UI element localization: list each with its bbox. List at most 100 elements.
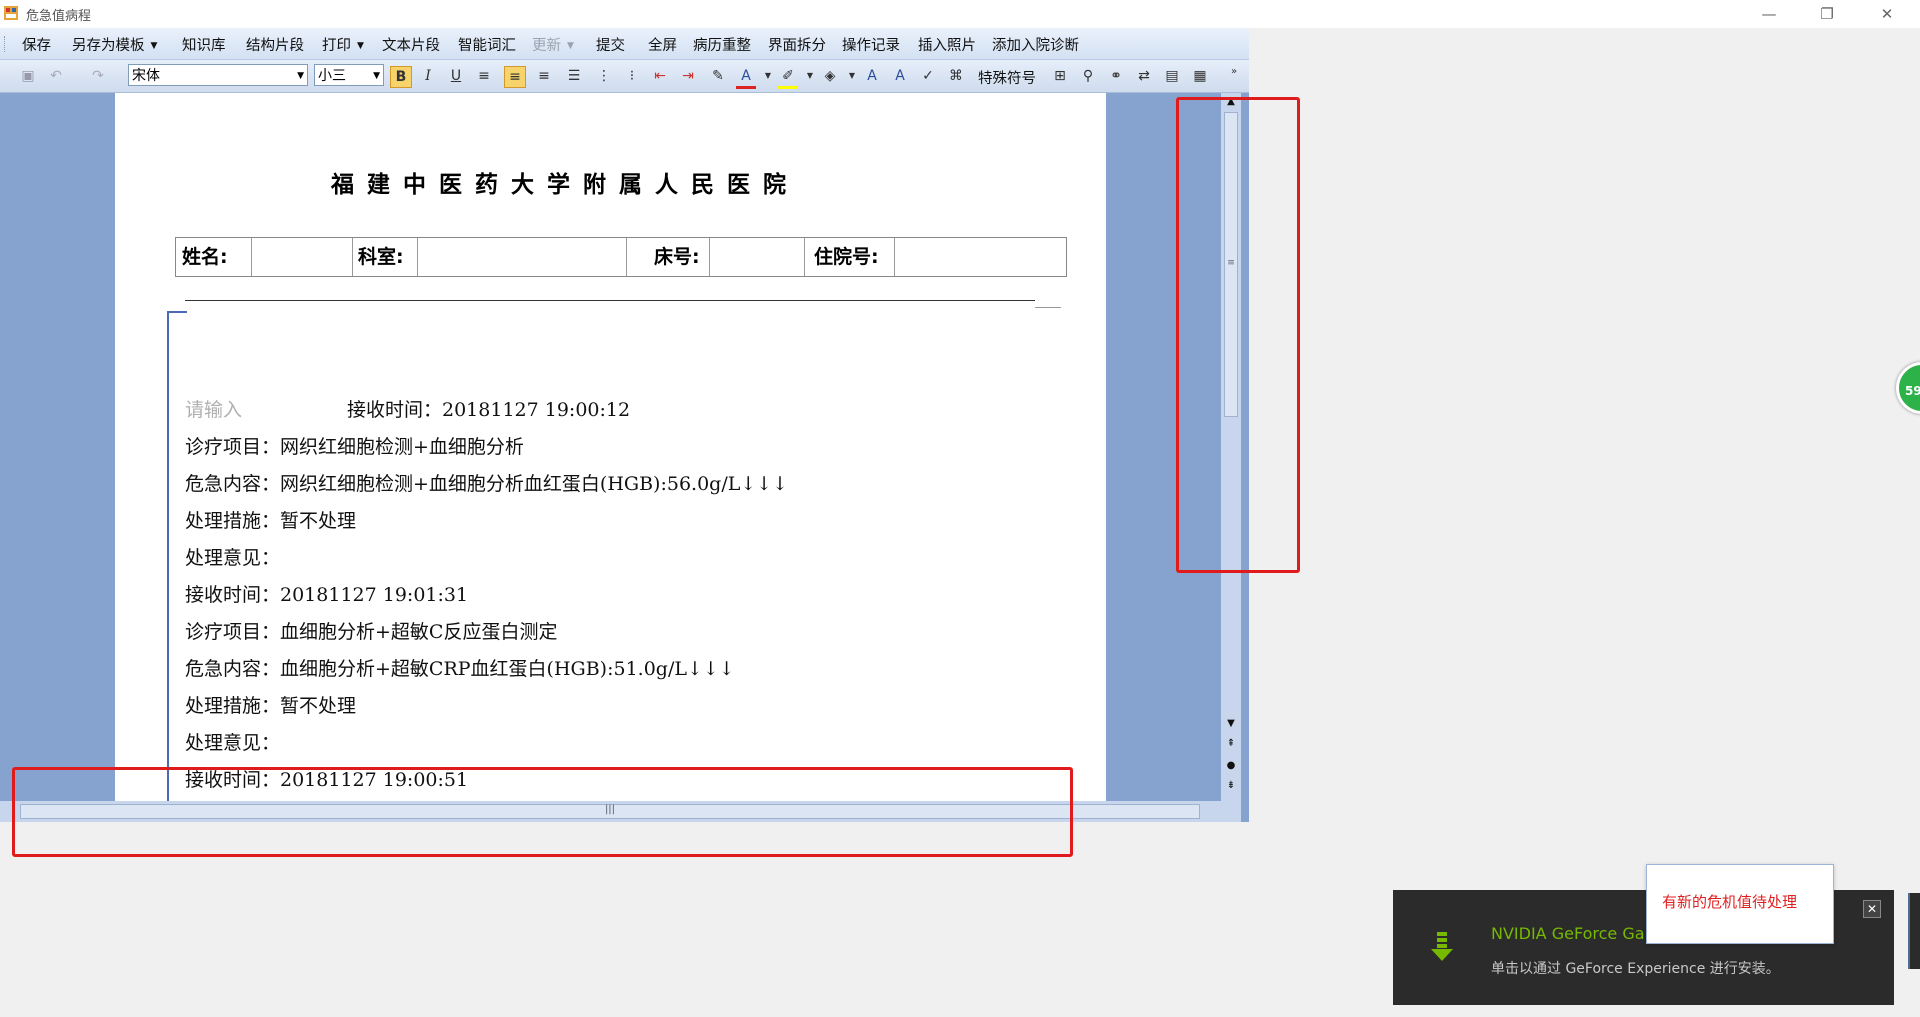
symbol-icon[interactable]: ⌘: [946, 66, 966, 86]
font-increase-icon[interactable]: A: [862, 66, 882, 86]
font-size-select[interactable]: 小三 ▼: [314, 64, 384, 86]
menu-submit[interactable]: 提交: [596, 34, 625, 55]
notification-body: 单击以通过 GeForce Experience 进行安装。: [1491, 961, 1780, 977]
side-panel-edge: [1908, 893, 1920, 969]
scroll-down-button[interactable]: ▼: [1221, 718, 1241, 734]
properties-icon[interactable]: ▦: [1190, 66, 1210, 86]
divider: [894, 238, 895, 276]
indent-icon[interactable]: ⇥: [678, 66, 698, 86]
restore-button[interactable]: ❐: [1804, 0, 1850, 28]
sign-icon[interactable]: ✓: [918, 66, 938, 86]
minimize-button[interactable]: —: [1746, 0, 1792, 28]
notification-title: NVIDIA GeForce Ga: [1491, 924, 1645, 943]
divider: [352, 238, 353, 276]
undo-icon[interactable]: ↶: [46, 66, 66, 86]
menu-print[interactable]: 打印 ▼: [322, 34, 364, 55]
header-rule-end: [1035, 307, 1061, 308]
bold-button[interactable]: B: [390, 66, 412, 88]
highlight-icon[interactable]: ✐: [778, 66, 798, 89]
record-line: 诊疗项目：血细胞分析+超敏C反应蛋白测定: [185, 621, 558, 643]
menu-fullscreen[interactable]: 全屏: [648, 34, 677, 55]
admission-label: 住院号:: [814, 246, 879, 268]
redo-icon[interactable]: ↷: [88, 66, 108, 86]
name-label: 姓名:: [182, 246, 228, 268]
justify-icon[interactable]: ☰: [564, 66, 584, 86]
hospital-title: 福建中医药大学附属人民医院: [331, 171, 799, 198]
menu-operation-log[interactable]: 操作记录: [842, 34, 900, 55]
select-browse-object-button[interactable]: ●: [1221, 760, 1241, 776]
numbered-list-icon[interactable]: ⋮: [594, 66, 614, 86]
formatting-toolbar: ▣ ↶ ↷ 宋体 ▼ 小三 ▼ B I U ≡ ≡ ≡ ☰ ⋮ ⁝ ⇤ ⇥ ✎ A …: [0, 60, 1249, 93]
font-color-icon[interactable]: A: [736, 66, 756, 89]
app-icon: [4, 6, 18, 20]
align-center-icon[interactable]: ≡: [504, 66, 526, 88]
grip: [4, 36, 8, 52]
close-icon[interactable]: ✕: [1863, 900, 1881, 918]
special-symbol-button[interactable]: 特殊符号: [978, 67, 1036, 88]
divider: [626, 238, 627, 276]
search-icon[interactable]: ⚲: [1078, 66, 1098, 86]
menu-record-reorganize[interactable]: 病历重整: [693, 34, 751, 55]
divider: [417, 238, 418, 276]
save-icon[interactable]: ▣: [18, 66, 38, 86]
bullet-list-icon[interactable]: ⁝: [622, 66, 642, 86]
menu-smart-words[interactable]: 智能词汇: [458, 34, 516, 55]
download-icon: [1431, 932, 1453, 961]
patient-header-table: 姓名: 科室: 床号: 住院号:: [175, 237, 1067, 277]
record-line: 接收时间：20181127 19:00:12: [347, 399, 631, 421]
toolbar-overflow-icon[interactable]: »: [1224, 62, 1244, 82]
record-line: 处理意见：: [185, 732, 281, 754]
floating-badge[interactable]: 59: [1896, 362, 1920, 414]
title-bar: [0, 0, 1920, 28]
menu-knowledge-base[interactable]: 知识库: [182, 34, 226, 55]
highlight-box-vertical-scrollbar: [1176, 97, 1300, 573]
menu-save-as-template[interactable]: 另存为模板 ▼: [72, 34, 157, 55]
highlight-dropdown-icon[interactable]: ▼: [800, 66, 820, 86]
format-painter-icon[interactable]: ✎: [708, 66, 728, 86]
font-name-select[interactable]: 宋体 ▼: [128, 64, 308, 86]
menu-insert-photo[interactable]: 插入照片: [918, 34, 976, 55]
outdent-icon[interactable]: ⇤: [650, 66, 670, 86]
input-placeholder[interactable]: 请输入: [185, 395, 242, 422]
align-right-icon[interactable]: ≡: [534, 66, 554, 86]
align-left-icon[interactable]: ≡: [474, 66, 494, 86]
next-page-button[interactable]: ⇟: [1221, 780, 1241, 796]
insert-table-icon[interactable]: ⊞: [1050, 66, 1070, 86]
record-line: 处理意见：: [185, 547, 281, 569]
bed-label: 床号:: [654, 246, 700, 268]
record-line: 危急内容：血细胞分析+超敏CRP血红蛋白(HGB):51.0g/L↓↓↓: [185, 658, 735, 680]
italic-button[interactable]: I: [418, 66, 438, 86]
fill-dropdown-icon[interactable]: ▼: [842, 66, 862, 86]
fill-icon[interactable]: ◈: [820, 66, 840, 86]
menu-structure-fragment[interactable]: 结构片段: [246, 34, 304, 55]
menu-save[interactable]: 保存: [22, 34, 51, 55]
critical-value-alert[interactable]: 有新的危机值待处理: [1646, 864, 1834, 944]
menu-bar: 保存 另存为模板 ▼ 知识库 结构片段 打印 ▼ 文本片段 智能词汇 更新 ▼ 提交 …: [0, 28, 1249, 60]
replace-icon[interactable]: ⇄: [1134, 66, 1154, 86]
dept-label: 科室:: [358, 246, 404, 268]
header-rule: [185, 300, 1035, 301]
font-color-dropdown-icon[interactable]: ▼: [758, 66, 778, 86]
record-line: 处理措施：暂不处理: [185, 695, 357, 717]
record-line: 处理措施：暂不处理: [185, 510, 357, 532]
page-setup-icon[interactable]: ▤: [1162, 66, 1182, 86]
record-line: 诊疗项目：网织红细胞检测+血细胞分析: [185, 436, 524, 458]
menu-update: 更新 ▼: [532, 38, 574, 54]
menu-add-admission-diagnosis[interactable]: 添加入院诊断: [992, 34, 1079, 55]
alert-message[interactable]: 有新的危机值待处理: [1662, 891, 1797, 912]
divider: [251, 238, 252, 276]
close-button[interactable]: ✕: [1864, 0, 1910, 28]
margin-line: [167, 313, 169, 801]
underline-button[interactable]: U: [446, 66, 466, 86]
divider: [804, 238, 805, 276]
document-page[interactable]: 福建中医药大学附属人民医院 姓名: 科室: 床号: 住院号: 请输入 接收时间：…: [115, 93, 1106, 801]
font-decrease-icon[interactable]: A: [890, 66, 910, 86]
margin-marker: [167, 311, 187, 313]
menu-split-view[interactable]: 界面拆分: [768, 34, 826, 55]
menu-text-fragment[interactable]: 文本片段: [382, 34, 440, 55]
window-title: 危急值病程: [26, 9, 92, 24]
find-icon[interactable]: ⚭: [1106, 66, 1126, 86]
record-line: 危急内容：网织红细胞检测+血细胞分析血红蛋白(HGB):56.0g/L↓↓↓: [185, 473, 789, 495]
divider: [709, 238, 710, 276]
previous-page-button[interactable]: ⇞: [1221, 738, 1241, 754]
